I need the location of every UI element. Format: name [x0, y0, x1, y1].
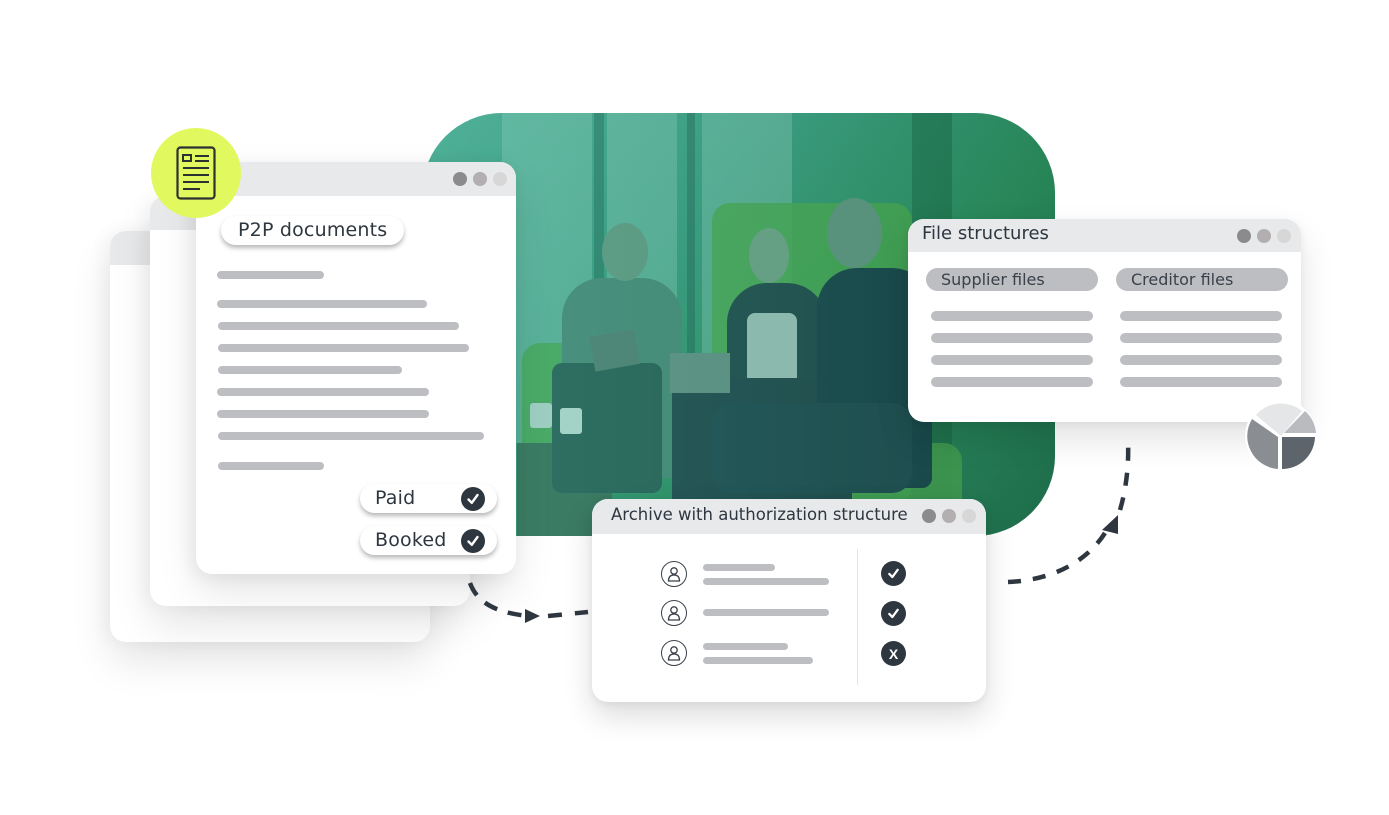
text-placeholder-line — [218, 344, 469, 352]
window-dot-icon[interactable] — [922, 509, 936, 523]
status-booked[interactable]: Booked — [360, 526, 497, 555]
window-dot-icon[interactable] — [962, 509, 976, 523]
window-dot-icon[interactable] — [942, 509, 956, 523]
window-title: File structures — [922, 223, 1049, 244]
window-dot-icon[interactable] — [473, 172, 487, 186]
window-dot-icon[interactable] — [493, 172, 507, 186]
window-titlebar — [196, 162, 516, 196]
approved-check-icon — [881, 561, 906, 586]
user-placeholder-line — [703, 657, 813, 664]
file-placeholder-line — [931, 333, 1093, 343]
file-structures-window: File structures Supplier files Creditor … — [908, 219, 1301, 422]
text-placeholder-line — [217, 300, 427, 308]
text-placeholder-line — [218, 366, 402, 374]
file-placeholder-line — [1120, 377, 1282, 387]
window-controls — [1237, 229, 1291, 243]
text-placeholder-line — [218, 322, 459, 330]
arrowhead-icon — [525, 609, 540, 623]
file-placeholder-line — [931, 377, 1093, 387]
user-icon — [661, 640, 687, 666]
window-titlebar: File structures — [908, 219, 1301, 252]
window-dot-icon[interactable] — [1277, 229, 1291, 243]
window-controls — [922, 509, 976, 523]
user-placeholder-line — [703, 609, 829, 616]
text-placeholder-line — [218, 462, 324, 470]
arrowhead-icon — [1102, 515, 1118, 534]
text-placeholder-line — [217, 388, 429, 396]
status-booked-label: Booked — [375, 529, 447, 551]
file-placeholder-line — [931, 355, 1093, 365]
text-placeholder-line — [217, 271, 324, 279]
window-titlebar: Archive with authorization structure — [592, 499, 986, 534]
rejected-x-icon: X — [881, 641, 906, 666]
column-divider — [857, 549, 858, 685]
window-controls — [453, 172, 507, 186]
file-placeholder-line — [1120, 333, 1282, 343]
document-badge — [151, 128, 241, 218]
p2p-document-window: P2P documents Paid Booked — [196, 162, 516, 574]
window-dot-icon[interactable] — [1237, 229, 1251, 243]
window-dot-icon[interactable] — [1257, 229, 1271, 243]
document-icon — [176, 146, 216, 200]
dashed-arrow-doc-to-archive — [467, 582, 529, 619]
status-paid-label: Paid — [375, 487, 416, 509]
file-placeholder-line — [1120, 311, 1282, 321]
dashed-arrow-archive-to-files — [1007, 526, 1110, 585]
user-placeholder-line — [703, 564, 775, 571]
status-paid[interactable]: Paid — [360, 484, 497, 513]
window-title: Archive with authorization structure — [611, 505, 908, 524]
window-dot-icon[interactable] — [453, 172, 467, 186]
dashed-arrow-archive-to-files-tail — [1117, 441, 1131, 511]
text-placeholder-line — [217, 410, 429, 418]
approved-check-icon — [881, 601, 906, 626]
text-placeholder-line — [218, 432, 484, 440]
creditor-files-tab[interactable]: Creditor files — [1116, 268, 1288, 291]
file-placeholder-line — [1120, 355, 1282, 365]
archive-window: Archive with authorization structure X — [592, 499, 986, 702]
p2p-documents-label: P2P documents — [221, 216, 404, 245]
user-placeholder-line — [703, 643, 788, 650]
dashed-arrow-doc-to-archive-tail — [547, 609, 589, 619]
file-placeholder-line — [931, 311, 1093, 321]
user-icon — [661, 561, 687, 587]
check-icon — [461, 487, 485, 511]
user-icon — [661, 600, 687, 626]
check-icon — [461, 529, 485, 553]
supplier-files-tab[interactable]: Supplier files — [926, 268, 1098, 291]
pie-slice — [1282, 437, 1315, 469]
user-placeholder-line — [703, 578, 829, 585]
pie-chart-icon — [1245, 400, 1317, 472]
